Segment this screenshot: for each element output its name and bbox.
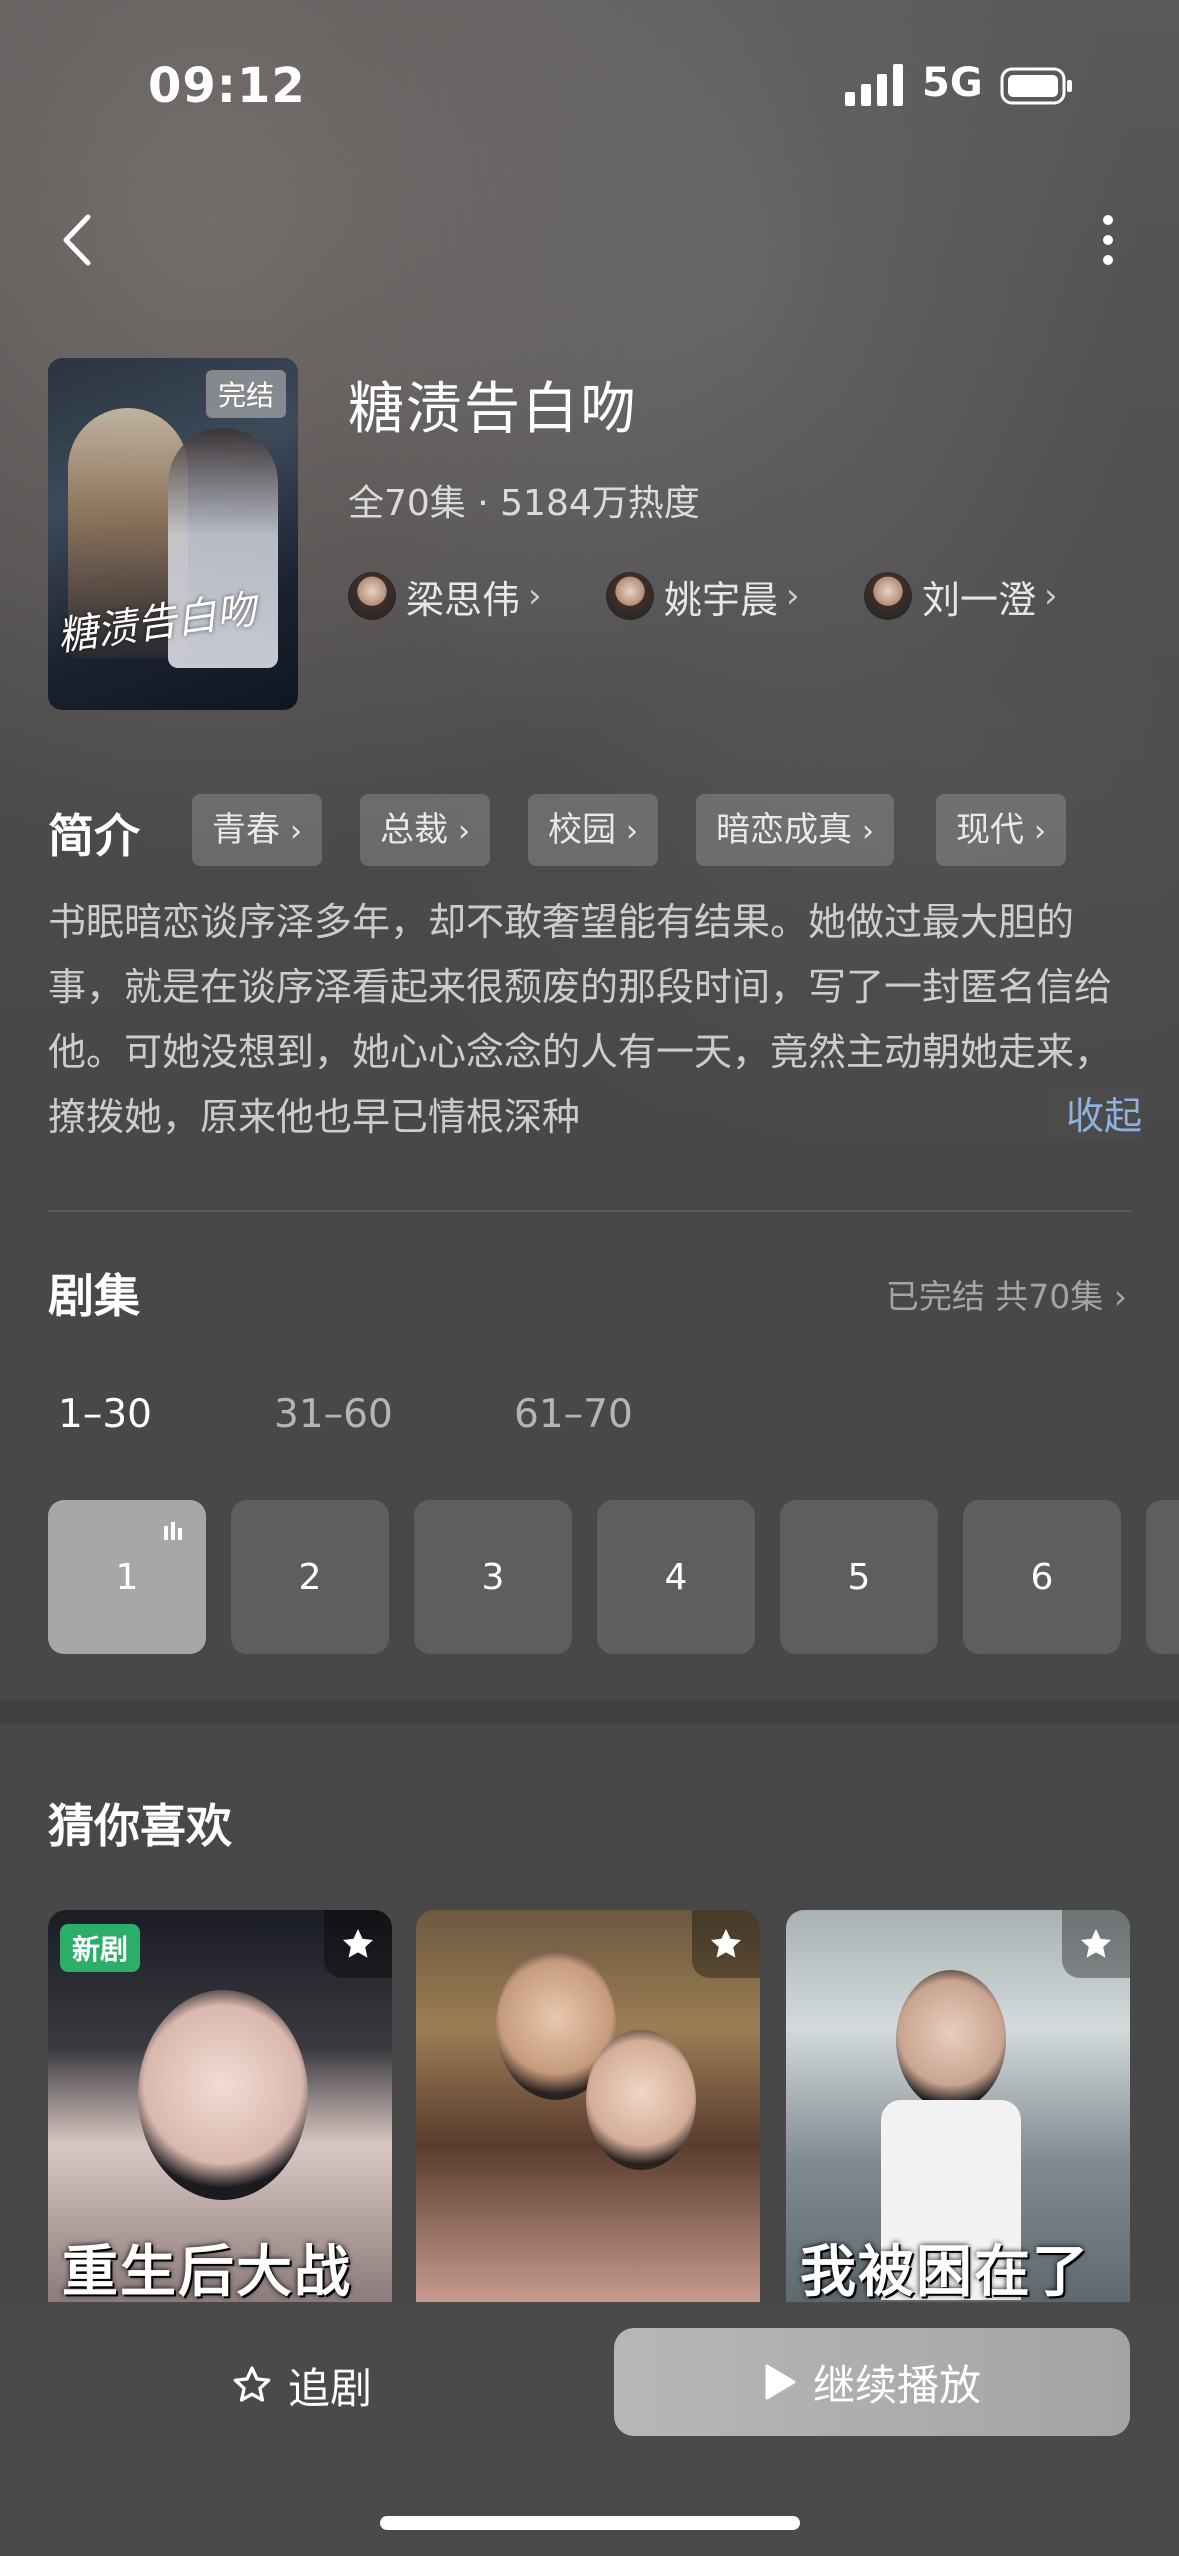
favorite-button[interactable] <box>1062 1910 1130 1978</box>
episode-button[interactable]: 6 <box>963 1500 1121 1654</box>
favorite-button[interactable] <box>692 1910 760 1978</box>
cast-item[interactable]: 姚宇晨 › <box>606 566 800 626</box>
chevron-right-icon: › <box>626 814 638 849</box>
episodes-status: 已完结 共70集 <box>885 1277 1104 1316</box>
divider <box>48 1210 1131 1212</box>
cast-item[interactable]: 刘一澄 › <box>864 566 1058 626</box>
episode-button[interactable]: 2 <box>231 1500 389 1654</box>
chevron-right-icon: › <box>528 576 542 616</box>
tag-label: 青春 <box>212 810 280 850</box>
episode-number: 4 <box>664 1556 688 1598</box>
synopsis-text: 书眠暗恋谈序泽多年，却不敢奢望能有结果。她做过最大胆的事，就是在谈序泽看起来很颓… <box>48 900 1113 1139</box>
chevron-right-icon: › <box>1044 576 1058 616</box>
chevron-right-icon: › <box>458 814 470 849</box>
follow-button[interactable]: 追剧 <box>230 2350 372 2420</box>
signal-icon <box>845 64 903 106</box>
back-icon[interactable] <box>50 205 110 275</box>
card-thumbnail <box>896 1970 1006 2110</box>
chevron-right-icon: › <box>1034 814 1046 849</box>
episodes-status-link[interactable]: 已完结 共70集 › <box>886 1270 1127 1318</box>
network-label: 5G <box>922 60 983 106</box>
recommend-card[interactable]: 新剧 重生后大战 <box>48 1910 392 2302</box>
avatar <box>606 572 654 620</box>
episode-button-partial[interactable] <box>1146 1500 1179 1654</box>
tag-label: 现代 <box>956 810 1024 850</box>
star-outline-icon <box>233 2366 271 2402</box>
drama-title: 糖渍告白吻 <box>348 377 638 442</box>
tag-chip[interactable]: 总裁 › <box>360 794 490 866</box>
battery-icon <box>1000 67 1072 105</box>
favorite-button[interactable] <box>324 1910 392 1978</box>
range-tab[interactable]: 61–70 <box>514 1392 633 1437</box>
drama-meta: 全70集 · 5184万热度 <box>348 483 700 524</box>
cast-name: 刘一澄 <box>922 577 1037 622</box>
tag-chip[interactable]: 青春 › <box>192 794 322 866</box>
home-indicator[interactable] <box>380 2516 800 2530</box>
tag-label: 总裁 <box>380 810 448 850</box>
continue-play-button[interactable]: 继续播放 <box>614 2328 1130 2436</box>
episode-number: 1 <box>115 1556 139 1598</box>
card-thumbnail <box>138 1990 308 2200</box>
cast-name: 姚宇晨 <box>664 577 779 622</box>
episode-button[interactable]: 1 <box>48 1500 206 1654</box>
episodes-title: 剧集 <box>48 1269 140 1323</box>
episode-button[interactable]: 5 <box>780 1500 938 1654</box>
tag-chip[interactable]: 校园 › <box>528 794 658 866</box>
play-icon <box>765 2364 796 2400</box>
chevron-right-icon: › <box>1113 1277 1127 1316</box>
collapse-link[interactable]: 收起 <box>1048 1085 1143 1140</box>
more-options-icon[interactable] <box>1090 205 1126 275</box>
recommend-title: 猜你喜欢 <box>48 1799 232 1853</box>
star-icon <box>711 1929 741 1958</box>
follow-label: 追剧 <box>288 2363 373 2413</box>
recommend-card[interactable]: 我被困在了 <box>786 1910 1130 2302</box>
episode-number: 5 <box>847 1556 871 1598</box>
range-tab[interactable]: 31–60 <box>274 1392 393 1437</box>
tag-label: 校园 <box>548 810 616 850</box>
play-label: 继续播放 <box>812 2360 981 2410</box>
avatar <box>348 572 396 620</box>
chevron-right-icon: › <box>290 814 302 849</box>
now-playing-icon <box>164 1522 186 1540</box>
cast-item[interactable]: 梁思伟 › <box>348 566 542 626</box>
new-badge: 新剧 <box>60 1924 141 1972</box>
avatar <box>864 572 912 620</box>
episode-number: 6 <box>1030 1556 1054 1598</box>
episode-button[interactable]: 4 <box>597 1500 755 1654</box>
status-time: 09:12 <box>148 58 306 114</box>
star-icon <box>343 1929 373 1958</box>
tag-chip[interactable]: 现代 › <box>936 794 1066 866</box>
star-icon <box>1081 1929 1111 1958</box>
completed-badge: 完结 <box>205 370 286 418</box>
cast-name: 梁思伟 <box>406 577 521 622</box>
chevron-right-icon: › <box>862 814 874 849</box>
range-tab[interactable]: 1–30 <box>58 1392 152 1437</box>
card-caption: 重生后大战 <box>62 2240 352 2302</box>
episode-number: 2 <box>298 1556 322 1598</box>
card-caption: 我被困在了 <box>800 2240 1090 2302</box>
card-thumbnail <box>586 2030 696 2170</box>
tag-chip[interactable]: 暗恋成真 › <box>696 794 894 866</box>
episode-number: 3 <box>481 1556 505 1598</box>
recommend-card[interactable] <box>416 1910 760 2302</box>
chevron-right-icon: › <box>786 576 800 616</box>
episode-button[interactable]: 3 <box>414 1500 572 1654</box>
section-separator <box>0 1700 1179 1724</box>
drama-poster[interactable]: 糖渍告白吻 完结 <box>48 358 298 710</box>
intro-label: 简介 <box>48 809 140 863</box>
tag-label: 暗恋成真 <box>716 810 852 850</box>
